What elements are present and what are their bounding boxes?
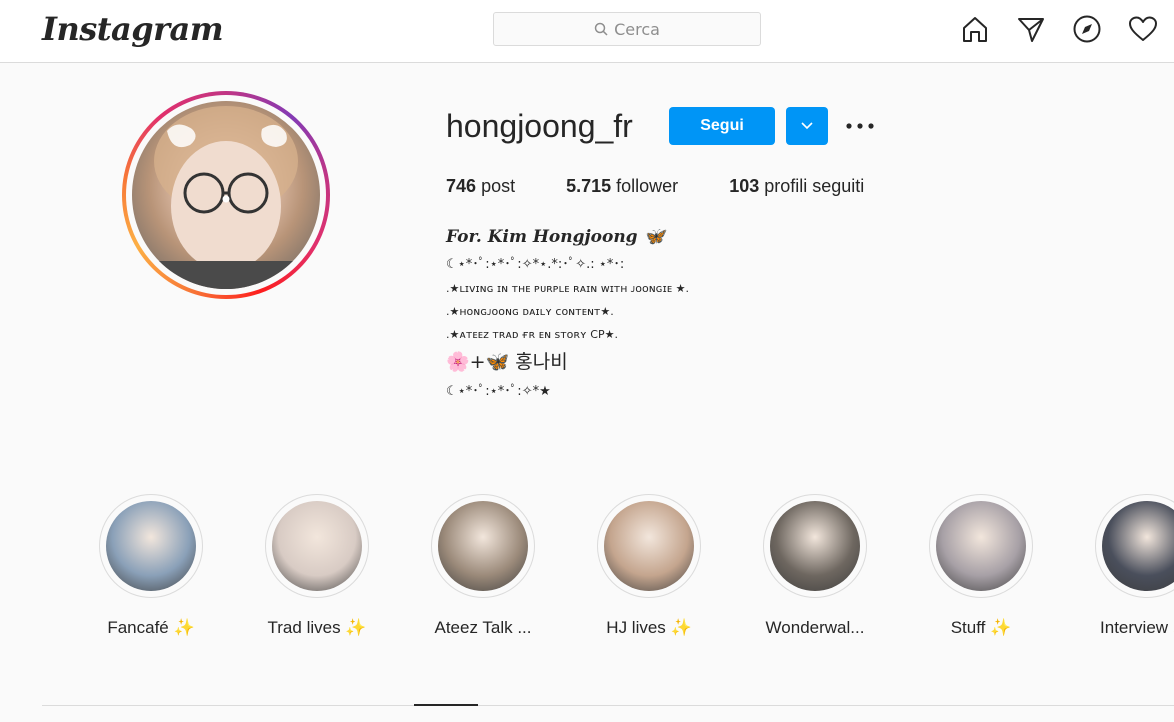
bio-title: For. Kim Hongjoong 🦋	[446, 227, 665, 247]
highlight-cover	[1102, 501, 1174, 591]
search-icon	[594, 22, 608, 36]
home-icon[interactable]	[960, 14, 990, 44]
story-highlights: Fancafé ✨ Trad lives ✨ Ateez Talk ... HJ…	[98, 494, 1174, 638]
highlight-cover	[770, 501, 860, 591]
highlight-item[interactable]: Stuff ✨	[928, 494, 1034, 638]
instagram-logo[interactable]: Instagram	[42, 10, 224, 48]
bio-line: ☾⋆*･ﾟ:⋆*･ﾟ:✧*★	[446, 384, 551, 399]
explore-icon[interactable]	[1072, 14, 1102, 44]
highlight-label: Fancafé ✨	[107, 618, 195, 637]
more-dots-icon	[846, 123, 874, 129]
highlight-cover	[604, 501, 694, 591]
bio-line: 🌸+🦋 홍나비	[446, 351, 568, 373]
avatar-photo	[132, 101, 320, 289]
highlight-label: Ateez Talk ...	[434, 618, 532, 637]
top-navigation: Instagram Cerca	[0, 0, 1174, 63]
profile-bio: For. Kim Hongjoong 🦋 ☾⋆*･ﾟ:⋆*･ﾟ:✧*⋆.*:･ﾟ…	[446, 227, 689, 399]
highlight-label: Wonderwal...	[765, 618, 865, 637]
profile-username: hongjoong_fr	[446, 108, 633, 144]
stat-followers[interactable]: 5.715 follower	[566, 176, 678, 197]
more-options-button[interactable]	[845, 116, 875, 136]
tabs-divider	[42, 705, 1174, 706]
highlight-label: Trad lives ✨	[267, 618, 367, 637]
highlight-item[interactable]: Ateez Talk ...	[430, 494, 536, 638]
stat-posts[interactable]: 746 post	[446, 176, 515, 197]
bio-line: .★ʟɪᴠɪɴɢ ɪɴ ᴛʜᴇ ᴘᴜʀᴘʟᴇ ʀᴀɪɴ ᴡɪᴛʜ ᴊᴏᴏɴɢɪᴇ…	[446, 282, 689, 295]
bio-line: .★ʜᴏɴɢᴊᴏᴏɴɢ ᴅᴀɪʟʏ ᴄᴏɴᴛᴇɴᴛ★.	[446, 305, 614, 318]
stat-following[interactable]: 103 profili seguiti	[729, 176, 864, 197]
bio-line: .★ᴀᴛᴇᴇᴢ ᴛʀᴀᴅ ғʀ ᴇɴ sᴛᴏʀʏ CP★.	[446, 328, 618, 341]
highlight-label: Stuff ✨	[950, 618, 1012, 637]
highlight-label: HJ lives ✨	[606, 618, 692, 637]
active-tab-indicator	[414, 704, 478, 706]
highlight-label: Interview ✨	[1100, 618, 1174, 637]
highlight-cover	[438, 501, 528, 591]
highlight-cover	[272, 501, 362, 591]
highlight-cover	[936, 501, 1026, 591]
highlight-item[interactable]: Interview ✨	[1094, 494, 1174, 638]
direct-icon[interactable]	[1016, 14, 1046, 44]
search-placeholder: Cerca	[614, 19, 660, 39]
follow-button[interactable]: Segui	[669, 107, 775, 145]
activity-heart-icon[interactable]	[1128, 14, 1158, 44]
highlight-item[interactable]: Fancafé ✨	[98, 494, 204, 638]
search-input[interactable]: Cerca	[493, 12, 761, 46]
chevron-down-icon	[801, 122, 813, 130]
highlight-cover	[106, 501, 196, 591]
highlight-item[interactable]: Trad lives ✨	[264, 494, 370, 638]
highlight-item[interactable]: Wonderwal...	[762, 494, 868, 638]
bio-line: ☾⋆*･ﾟ:⋆*･ﾟ:✧*⋆.*:･ﾟ✧.: ⋆*･:	[446, 257, 625, 272]
profile-avatar[interactable]	[122, 91, 330, 299]
highlight-item[interactable]: HJ lives ✨	[596, 494, 702, 638]
suggested-dropdown-button[interactable]	[786, 107, 828, 145]
profile-stats: 746 post 5.715 follower 103 profili segu…	[446, 176, 915, 197]
